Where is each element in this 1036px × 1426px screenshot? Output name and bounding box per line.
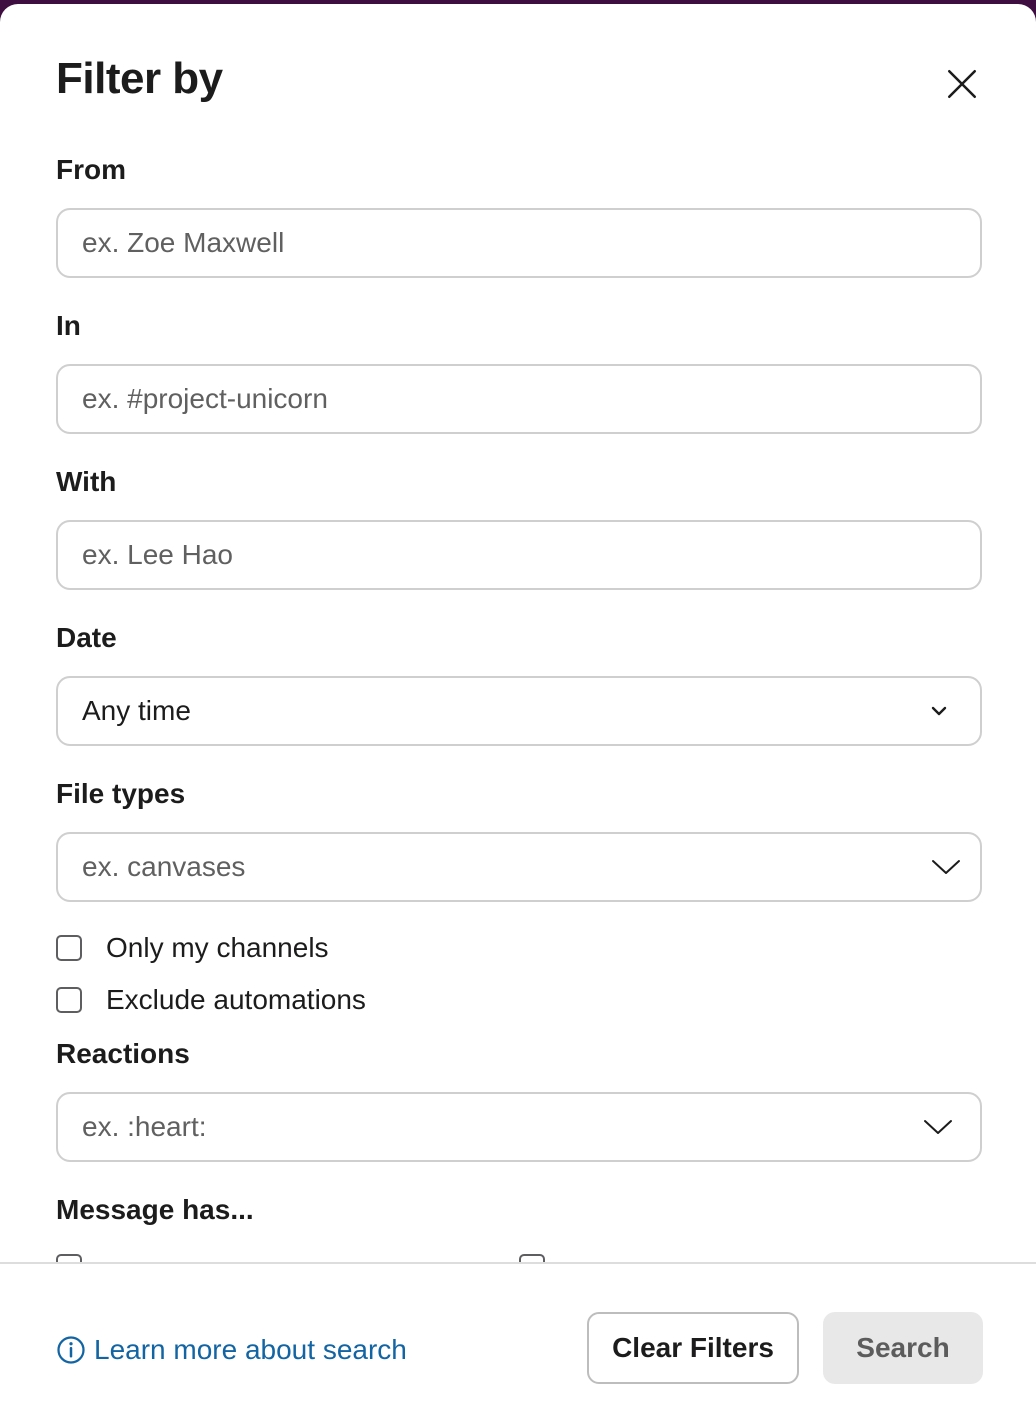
learn-more-text: Learn more about search — [94, 1334, 407, 1365]
with-placeholder: ex. Lee Hao — [82, 539, 233, 570]
checkbox-box[interactable] — [56, 935, 82, 961]
reactions-select[interactable]: ex. :heart: — [56, 1092, 982, 1162]
message-has-label: Message has... — [56, 1194, 254, 1225]
from-placeholder: ex. Zoe Maxwell — [82, 227, 285, 258]
search-button[interactable]: Search — [823, 1312, 983, 1384]
file-types-select[interactable]: ex. canvases — [56, 832, 982, 902]
only-my-channels-checkbox[interactable]: Only my channels — [56, 932, 329, 964]
with-label: With — [56, 466, 117, 497]
file-types-label: File types — [56, 778, 186, 809]
chevron-down-icon — [924, 1120, 952, 1134]
learn-more-link[interactable]: Learn more about search — [56, 1334, 407, 1366]
in-label: In — [56, 310, 81, 341]
modal-title: Filter by — [56, 54, 223, 103]
exclude-automations-checkbox[interactable]: Exclude automations — [56, 984, 366, 1016]
reactions-label: Reactions — [56, 1038, 190, 1069]
file-types-placeholder: ex. canvases — [82, 851, 246, 882]
checkbox-box[interactable] — [56, 987, 82, 1013]
from-input[interactable]: ex. Zoe Maxwell — [56, 208, 982, 278]
date-label: Date — [56, 622, 117, 653]
chevron-down-icon — [931, 706, 947, 716]
info-icon — [57, 1336, 85, 1364]
date-select[interactable]: Any time — [56, 676, 982, 746]
modal-footer: Learn more about search Clear Filters Se… — [0, 1264, 1036, 1426]
clear-filters-button[interactable]: Clear Filters — [587, 1312, 799, 1384]
only-my-channels-label: Only my channels — [106, 932, 329, 963]
in-input[interactable]: ex. #project-unicorn — [56, 364, 982, 434]
close-icon — [947, 69, 977, 99]
with-input[interactable]: ex. Lee Hao — [56, 520, 982, 590]
filter-modal: Filter by From ex. Zoe Maxwell In ex. #p… — [0, 4, 1036, 1426]
reactions-placeholder: ex. :heart: — [82, 1111, 207, 1142]
chevron-down-icon — [932, 860, 960, 874]
date-value: Any time — [82, 695, 191, 726]
from-label: From — [56, 154, 126, 185]
exclude-automations-label: Exclude automations — [106, 984, 366, 1015]
in-placeholder: ex. #project-unicorn — [82, 383, 328, 414]
close-button[interactable] — [938, 60, 986, 108]
